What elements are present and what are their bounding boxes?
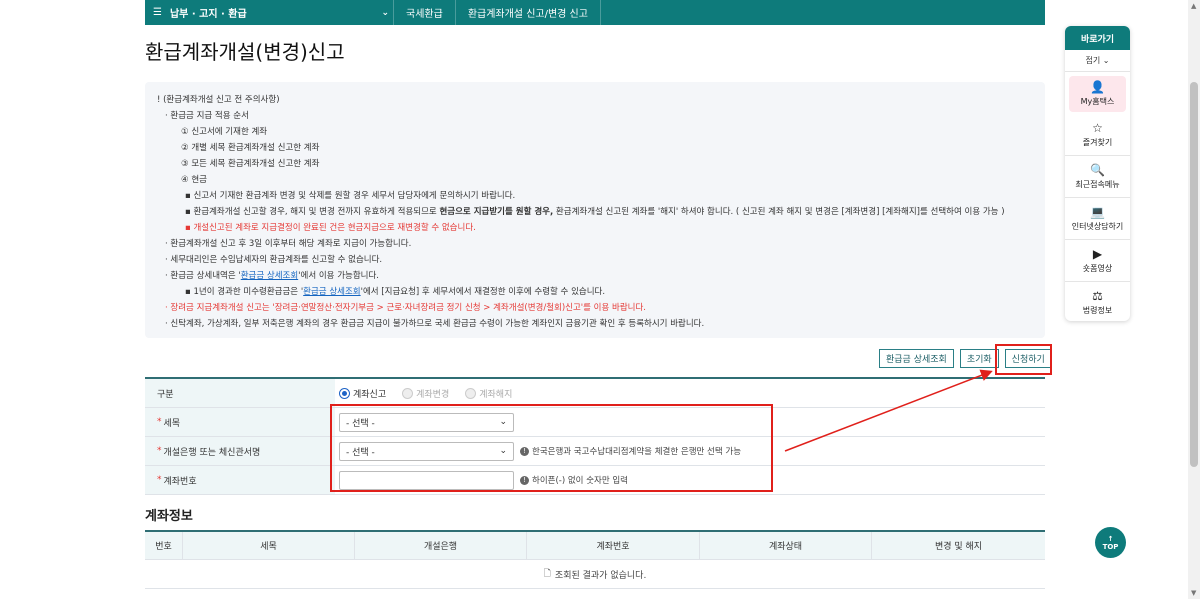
- laptop-icon: 💻: [1090, 204, 1105, 219]
- column-header: 계좌번호: [527, 532, 700, 559]
- quick-link-shortform[interactable]: ▶ 숏폼영상: [1065, 240, 1130, 282]
- account-info-title: 계좌정보: [145, 509, 193, 524]
- account-table: 번호 세목 개설은행 계좌번호 계좌상태 변경 및 해지 🗋 조회된 결과가 없…: [145, 530, 1045, 589]
- column-header: 번호: [145, 532, 183, 559]
- arrow-up-icon: ↑: [1107, 534, 1114, 543]
- quick-link-my-hometax[interactable]: 👤 My홈택스: [1069, 76, 1126, 112]
- document-icon: 🗋: [543, 569, 551, 579]
- empty-message: 조회된 결과가 없습니다.: [554, 570, 647, 581]
- column-header: 세목: [183, 532, 355, 559]
- empty-row: 🗋 조회된 결과가 없습니다.: [145, 560, 1045, 589]
- star-icon: ☆: [1092, 120, 1103, 135]
- table-header: 번호 세목 개설은행 계좌번호 계좌상태 변경 및 해지: [145, 532, 1045, 560]
- gavel-icon: ⚖: [1092, 289, 1103, 303]
- column-header: 개설은행: [355, 532, 527, 559]
- column-header: 계좌상태: [700, 532, 872, 559]
- arrow-line: [784, 369, 993, 452]
- quick-link-favorites[interactable]: ☆ 즐겨찾기: [1065, 114, 1130, 156]
- chevron-down-icon: ⌄: [1102, 56, 1110, 65]
- quick-link-consult[interactable]: 💻 인터넷상담하기: [1065, 198, 1130, 240]
- quick-link-recent[interactable]: 🔍 최근접속메뉴: [1065, 156, 1130, 198]
- quick-link-law[interactable]: ⚖ 법령정보: [1065, 282, 1130, 321]
- recent-menu-icon: 🔍: [1090, 162, 1105, 177]
- scroll-top-button[interactable]: ↑ TOP: [1095, 527, 1126, 558]
- quick-links-title: 바로가기: [1065, 26, 1130, 50]
- column-header: 변경 및 해지: [934, 542, 983, 552]
- user-icon: 👤: [1090, 80, 1105, 94]
- quick-links-panel: 바로가기 접기 ⌄ 👤 My홈택스 ☆ 즐겨찾기 🔍 최근접속메뉴 💻 인터넷상담하기 …: [1065, 26, 1130, 321]
- fold-button[interactable]: 접기 ⌄: [1065, 50, 1130, 72]
- top-label: TOP: [1102, 542, 1119, 551]
- play-icon: ▶: [1092, 246, 1103, 261]
